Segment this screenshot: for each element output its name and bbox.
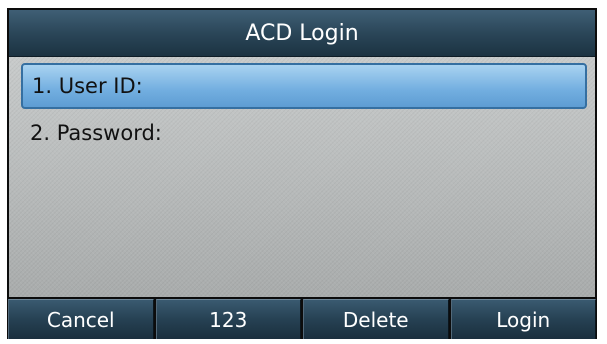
page-title: ACD Login xyxy=(245,20,359,46)
softkey-bar: Cancel 123 Delete Login xyxy=(7,299,597,339)
user-id-field[interactable]: 1. User ID: xyxy=(21,63,587,109)
title-bar: ACD Login xyxy=(9,10,595,57)
phone-screen: ACD Login 1. User ID: 2. Password: Cance… xyxy=(7,8,597,339)
login-button[interactable]: Login xyxy=(450,299,596,339)
menu-content: 1. User ID: 2. Password: xyxy=(9,57,595,297)
input-mode-button[interactable]: 123 xyxy=(155,299,301,339)
user-id-label: 1. User ID: xyxy=(32,74,143,98)
password-field[interactable]: 2. Password: xyxy=(21,110,587,156)
delete-button[interactable]: Delete xyxy=(303,299,449,339)
cancel-button[interactable]: Cancel xyxy=(8,299,154,339)
password-label: 2. Password: xyxy=(30,121,162,145)
